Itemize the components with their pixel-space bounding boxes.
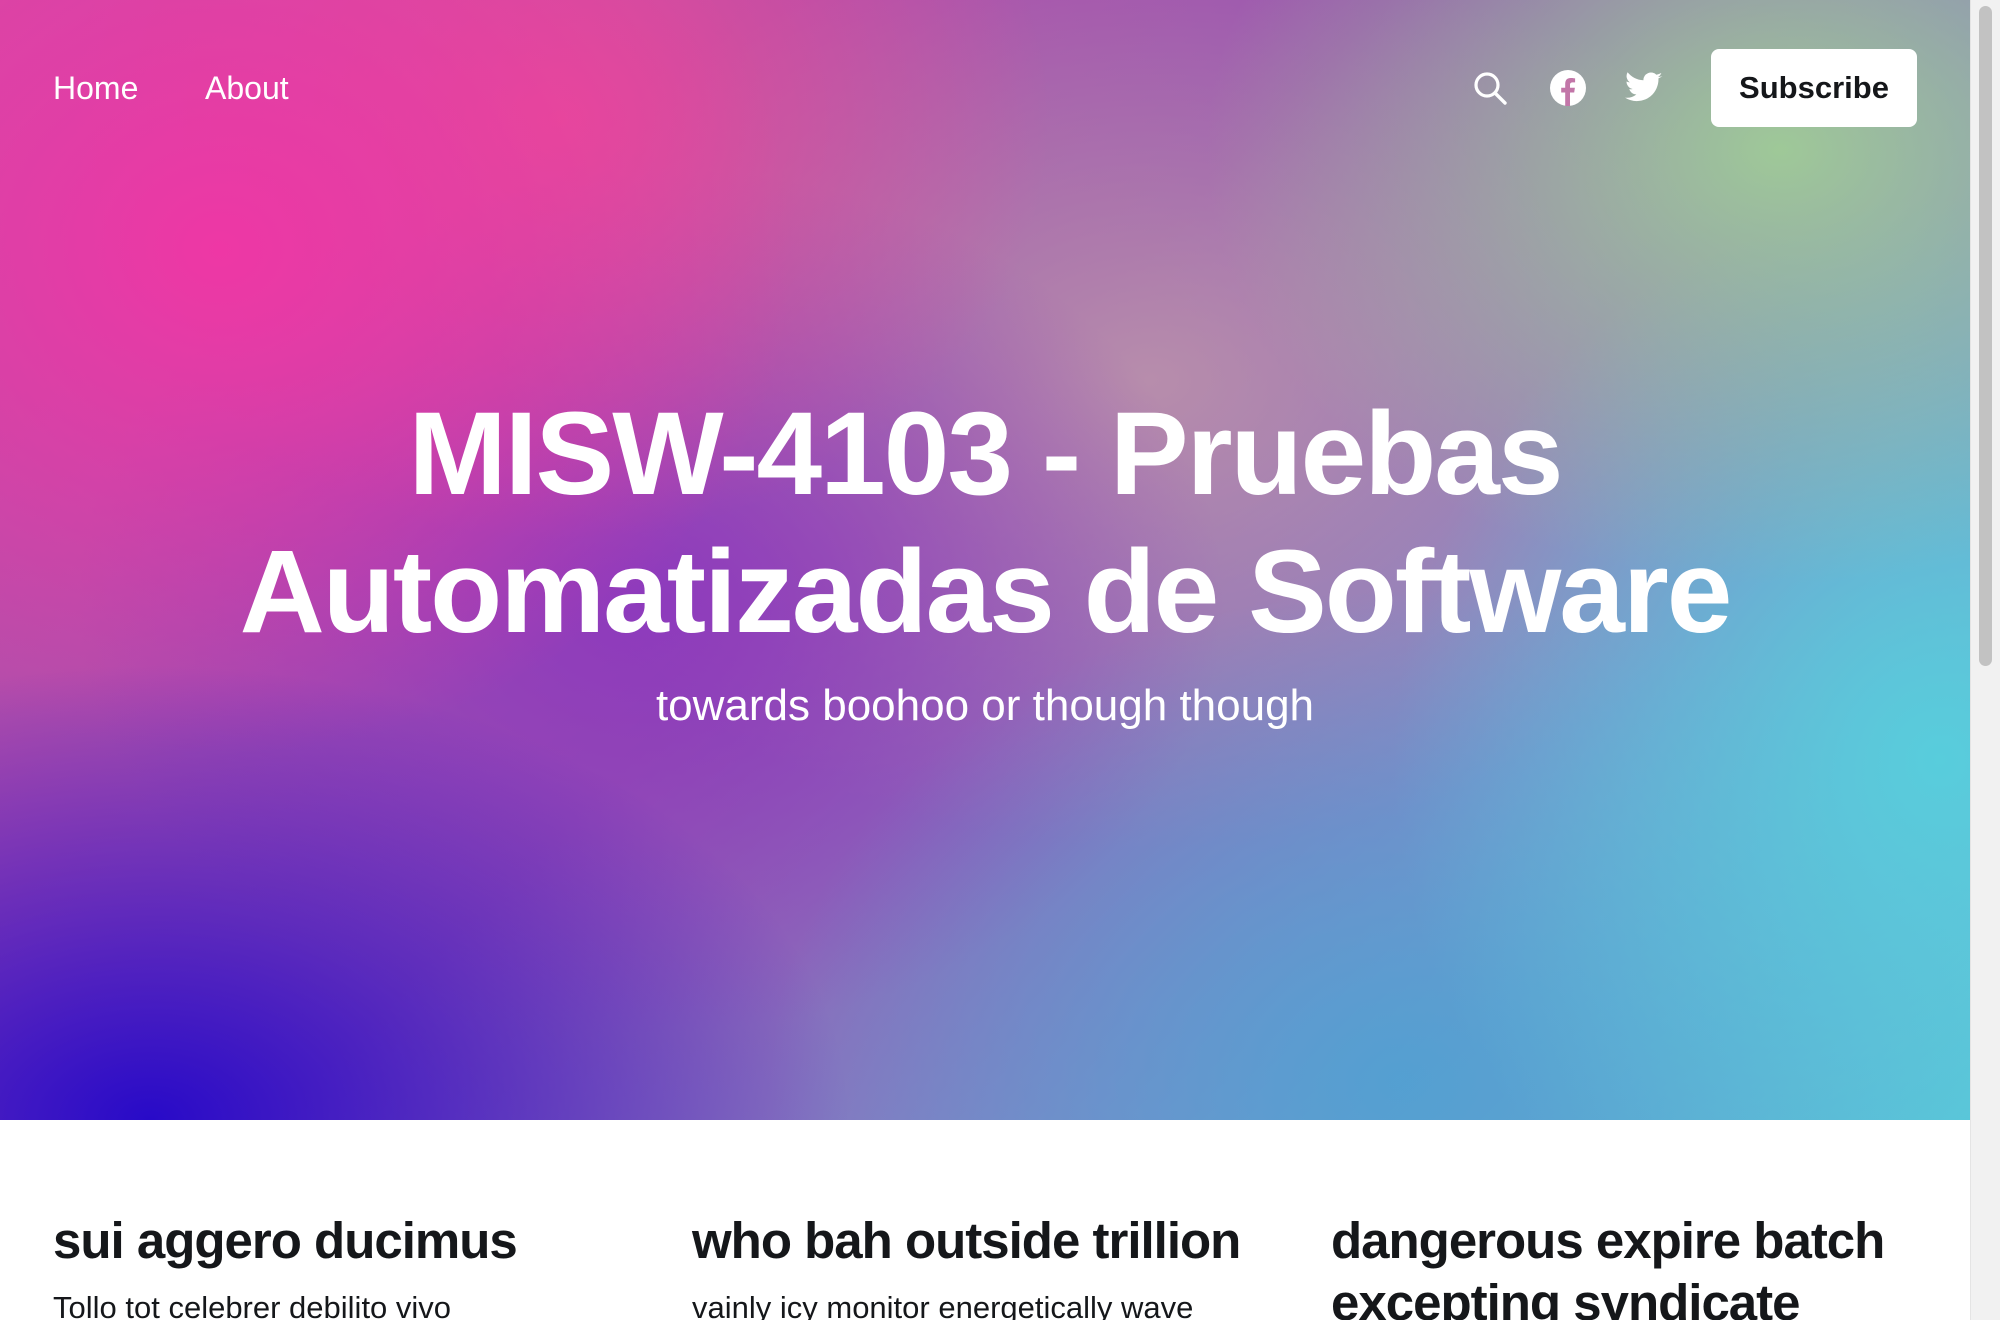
scrollbar-thumb[interactable]	[1979, 6, 1992, 666]
subscribe-button[interactable]: Subscribe	[1711, 49, 1917, 127]
nav-home-link[interactable]: Home	[53, 68, 138, 108]
vertical-scrollbar[interactable]	[1970, 0, 2000, 1320]
post-card[interactable]: who bah outside trillion vainly icy moni…	[692, 1210, 1292, 1320]
post-card-excerpt: vainly icy monitor energetically wave	[692, 1290, 1194, 1320]
nav-about-link[interactable]: About	[205, 68, 289, 108]
site-title: MISW-4103 - Pruebas Automatizadas de Sof…	[239, 388, 1733, 658]
post-card-title[interactable]: dangerous expire batch excepting syndica…	[1331, 1210, 1931, 1320]
facebook-icon[interactable]	[1546, 66, 1590, 110]
site-description: towards boohoo or though though	[655, 681, 1315, 730]
post-card-excerpt: Tollo tot celebrer debilito vivo	[53, 1290, 452, 1320]
post-card-title[interactable]: who bah outside trillion	[692, 1210, 1292, 1272]
post-card[interactable]: sui aggero ducimus Tollo tot celebrer de…	[53, 1210, 653, 1320]
post-card-title[interactable]: sui aggero ducimus	[53, 1210, 653, 1272]
twitter-icon[interactable]	[1622, 66, 1666, 110]
page: Home About Subscribe MISW-4103 - Pruebas…	[0, 0, 2000, 1320]
hero-header: Home About Subscribe MISW-4103 - Pruebas…	[0, 0, 1970, 1120]
post-card[interactable]: dangerous expire batch excepting syndica…	[1331, 1210, 1931, 1320]
search-icon[interactable]	[1468, 66, 1512, 110]
